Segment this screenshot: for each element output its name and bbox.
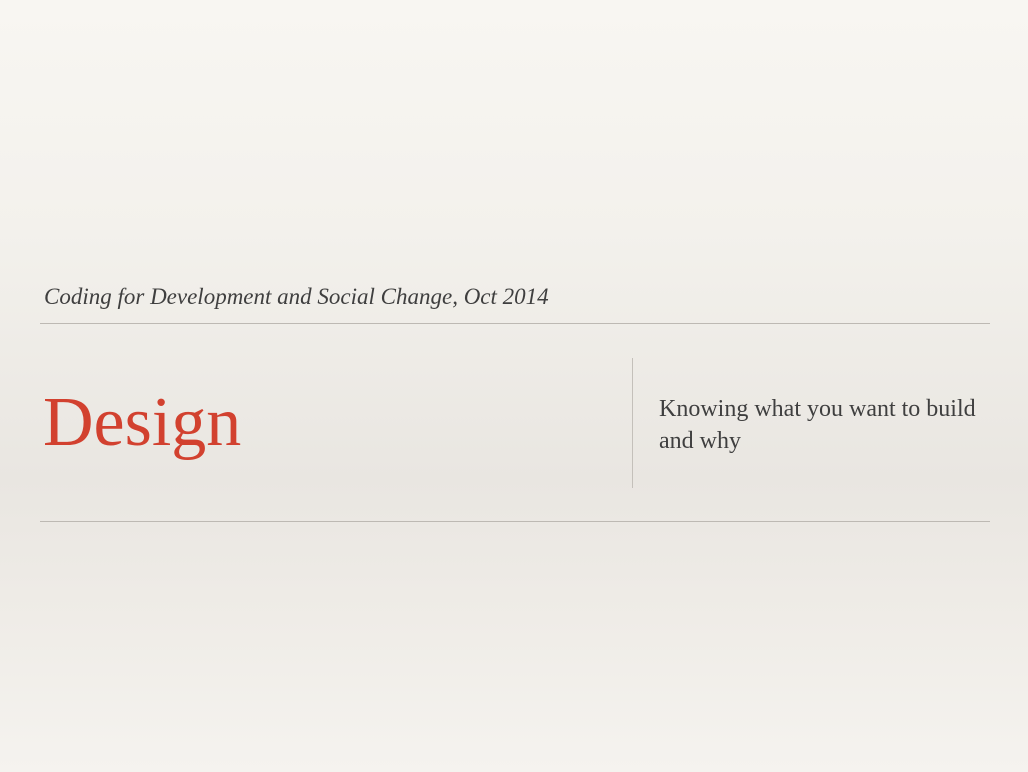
top-divider	[40, 323, 990, 324]
slide: Coding for Development and Social Change…	[0, 0, 1028, 772]
vertical-divider	[632, 358, 633, 488]
bottom-divider	[40, 521, 990, 522]
slide-title: Design	[43, 384, 242, 461]
slide-tagline: Knowing what you want to build and why	[659, 396, 976, 454]
slide-subtitle: Coding for Development and Social Change…	[44, 284, 549, 309]
